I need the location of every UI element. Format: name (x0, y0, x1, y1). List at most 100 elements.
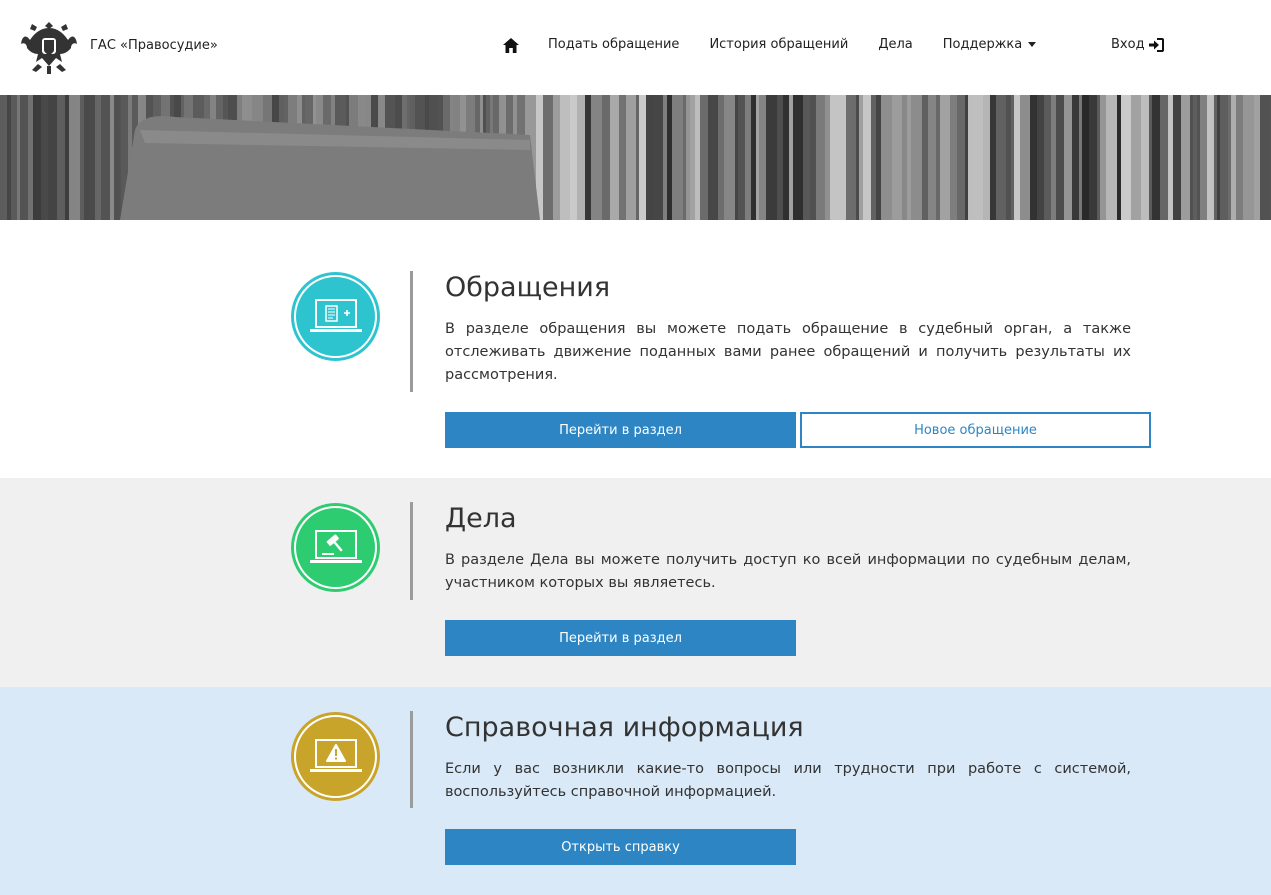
banner-stripe (560, 95, 570, 220)
banner-stripe (996, 95, 1006, 220)
login-link[interactable]: Вход (1111, 36, 1164, 54)
banner-stripe (1117, 95, 1121, 220)
banner-stripe (619, 95, 626, 220)
appeals-content: Обращения В разделе обращения вы можете … (445, 271, 1131, 387)
banner-stripe (751, 95, 756, 220)
banner-stripe (654, 95, 663, 220)
banner-stripe (1006, 95, 1011, 220)
banner-stripe (626, 95, 636, 220)
banner-stripe (840, 95, 846, 220)
section-cases: Дела В разделе Дела вы можете получить д… (0, 478, 1271, 687)
hero-banner (0, 95, 1271, 220)
banner-stripe (735, 95, 738, 220)
banner-stripe (759, 95, 766, 220)
banner-stripe (1051, 95, 1056, 220)
nav-item-support-label: Поддержка (942, 37, 1023, 52)
banner-stripe (789, 95, 793, 220)
banner-stripe (783, 95, 789, 220)
appeals-go-to-section-button[interactable]: Перейти в раздел (445, 412, 796, 448)
cases-go-to-section-button[interactable]: Перейти в раздел (445, 620, 796, 656)
banner-stripe (974, 95, 983, 220)
banner-stripe (20, 95, 28, 220)
banner-stripe (718, 95, 724, 220)
gavel-icon (309, 529, 362, 563)
banner-stripe (1056, 95, 1064, 220)
banner-stripe (114, 95, 121, 220)
section-help: Справочная информация Если у вас возникл… (0, 687, 1271, 895)
banner-stripe (636, 95, 639, 220)
nav-item-support[interactable]: Поддержка (943, 36, 1037, 54)
banner-stripe (1190, 95, 1193, 220)
banner-stripe (1220, 95, 1224, 220)
banner-stripe (1228, 95, 1231, 220)
banner-stripe (1030, 95, 1037, 220)
banner-stripe (28, 95, 33, 220)
nav-item-appeal-history[interactable]: История обращений (709, 36, 848, 54)
help-circle (291, 712, 380, 801)
banner-stripe (57, 95, 65, 220)
section-description: Если у вас возникли какие-то вопросы или… (445, 761, 1131, 800)
sign-in-icon (1148, 38, 1164, 52)
banner-stripe (724, 95, 735, 220)
banner-stripe (1072, 95, 1079, 220)
section-appeals: Обращения В разделе обращения вы можете … (0, 220, 1271, 478)
brand[interactable]: ГАС «Правосудие» (20, 14, 218, 76)
banner-stripe (0, 95, 7, 220)
banner-stripe (1141, 95, 1149, 220)
home-icon[interactable] (503, 36, 521, 54)
banner-stripe (1254, 95, 1260, 220)
banner-stripe (1097, 95, 1100, 220)
banner-stripe (793, 95, 803, 220)
coat-of-arms-icon (21, 22, 77, 74)
banner-stripe (80, 95, 84, 220)
banner-stripe (1121, 95, 1131, 220)
banner-stripe (1231, 95, 1236, 220)
divider (410, 502, 413, 600)
section-title: Обращения (445, 272, 611, 303)
banner-stripe (871, 95, 876, 220)
banner-stripe (1131, 95, 1141, 220)
banner-stripe (1106, 95, 1117, 220)
section-title: Справочная информация (445, 712, 804, 743)
banner-stripe (1100, 95, 1106, 220)
banner-stripe (950, 95, 957, 220)
banner-stripe (695, 95, 700, 220)
file-folders-image (0, 95, 1271, 220)
divider (410, 271, 413, 392)
banner-stripe (830, 95, 840, 220)
nav-item-cases[interactable]: Дела (878, 36, 912, 54)
banner-stripe (990, 95, 996, 220)
banner-stripe (738, 95, 745, 220)
banner-stripe (610, 95, 619, 220)
banner-stripe (1217, 95, 1220, 220)
banner-stripe (928, 95, 936, 220)
banner-stripe (968, 95, 974, 220)
banner-stripe (1214, 95, 1217, 220)
banner-stripe (922, 95, 928, 220)
banner-stripe (936, 95, 940, 220)
cases-circle (291, 503, 380, 592)
caret-down-icon (1028, 42, 1037, 47)
banner-stripe (1082, 95, 1089, 220)
banner-stripe (646, 95, 654, 220)
banner-stripe (667, 95, 672, 220)
banner-stripe (803, 95, 810, 220)
banner-stripe (570, 95, 577, 220)
divider (410, 711, 413, 808)
nav-item-submit-appeal[interactable]: Подать обращение (548, 36, 679, 54)
open-help-button[interactable]: Открыть справку (445, 829, 796, 865)
banner-stripe (591, 95, 602, 220)
banner-stripe (1064, 95, 1072, 220)
banner-stripe (543, 95, 553, 220)
new-appeal-button[interactable]: Новое обращение (800, 412, 1151, 448)
banner-stripe (95, 95, 101, 220)
banner-stripe (686, 95, 690, 220)
banner-stripe (881, 95, 892, 220)
banner-stripe (708, 95, 718, 220)
warning-icon (309, 738, 362, 772)
banner-stripe (777, 95, 783, 220)
banner-stripe (585, 95, 591, 220)
banner-stripe (902, 95, 907, 220)
banner-stripe (1089, 95, 1097, 220)
banner-stripe (1037, 95, 1044, 220)
